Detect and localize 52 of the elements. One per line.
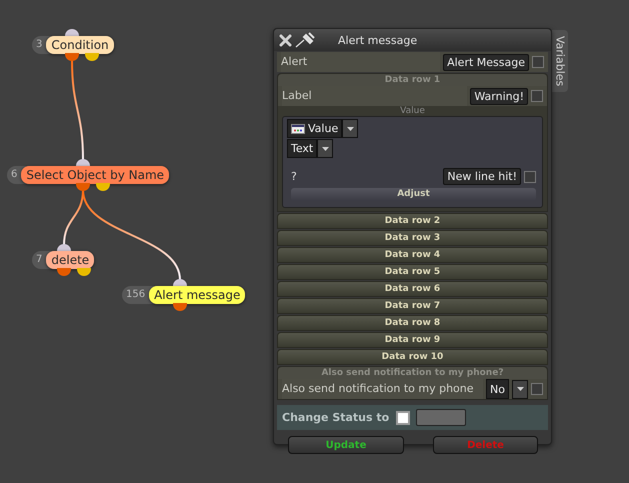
update-button[interactable]: Update [288, 436, 404, 454]
output-port[interactable] [57, 268, 71, 276]
caret-icon [346, 126, 354, 130]
section-header[interactable]: Data row 9 [277, 332, 548, 348]
output-port[interactable] [65, 53, 79, 61]
yes-no-dropdown[interactable]: No [486, 379, 509, 399]
dropdown-button[interactable] [512, 380, 528, 398]
value-field[interactable]: New line hit! [443, 168, 521, 185]
output-port[interactable] [96, 183, 110, 191]
type-dropdown[interactable]: Value [287, 119, 342, 138]
field-label: Label [282, 86, 468, 106]
field-label: Change Status to [282, 411, 390, 424]
section-header[interactable]: Data row 10 [277, 349, 548, 365]
section-header[interactable]: Data row 8 [277, 315, 548, 331]
checkbox[interactable] [531, 90, 543, 102]
section-header[interactable]: Data row 5 [277, 264, 548, 280]
section-header[interactable]: Data row 7 [277, 298, 548, 314]
checkbox[interactable] [531, 383, 543, 395]
adjust-button[interactable]: Adjust [291, 188, 536, 201]
close-icon[interactable] [279, 34, 292, 46]
section-header: Also send notification to my phone? [278, 367, 547, 379]
dropdown-button[interactable] [342, 119, 358, 138]
variables-tab[interactable]: Variables [552, 30, 568, 92]
value-field[interactable]: Warning! [470, 88, 528, 104]
checkbox[interactable] [532, 56, 544, 68]
field-label: ? [291, 170, 298, 183]
format-dropdown[interactable]: Text [287, 139, 318, 158]
checkbox[interactable] [524, 170, 536, 182]
section-header[interactable]: Data row 6 [277, 281, 548, 297]
color-swatch[interactable] [396, 410, 410, 424]
section-header[interactable]: Data row 2 [277, 213, 548, 229]
node-label[interactable]: delete [46, 251, 94, 269]
section-header[interactable]: Data row 3 [277, 230, 548, 246]
output-port[interactable] [76, 183, 90, 191]
output-port[interactable] [77, 268, 91, 276]
group-caption: Value [399, 106, 426, 116]
field-icon [291, 124, 305, 134]
dropdown-button[interactable] [317, 139, 334, 158]
output-port[interactable] [85, 53, 99, 61]
section-header[interactable]: Data row 4 [277, 247, 548, 263]
node-label[interactable]: Alert message [149, 286, 246, 304]
caret-icon [516, 387, 524, 391]
value-field[interactable]: Alert Message [443, 54, 529, 70]
node-label[interactable]: Condition [46, 36, 114, 54]
node-label[interactable]: Select Object by Name [21, 166, 170, 184]
output-port[interactable] [173, 303, 187, 311]
status-field[interactable] [416, 409, 466, 426]
field-label: Also send notification to my phone [282, 379, 484, 399]
window-title: Alert message [338, 34, 418, 46]
node-number: 156 [122, 286, 154, 304]
caret-icon [322, 146, 329, 150]
field-label: Alert [281, 52, 440, 72]
